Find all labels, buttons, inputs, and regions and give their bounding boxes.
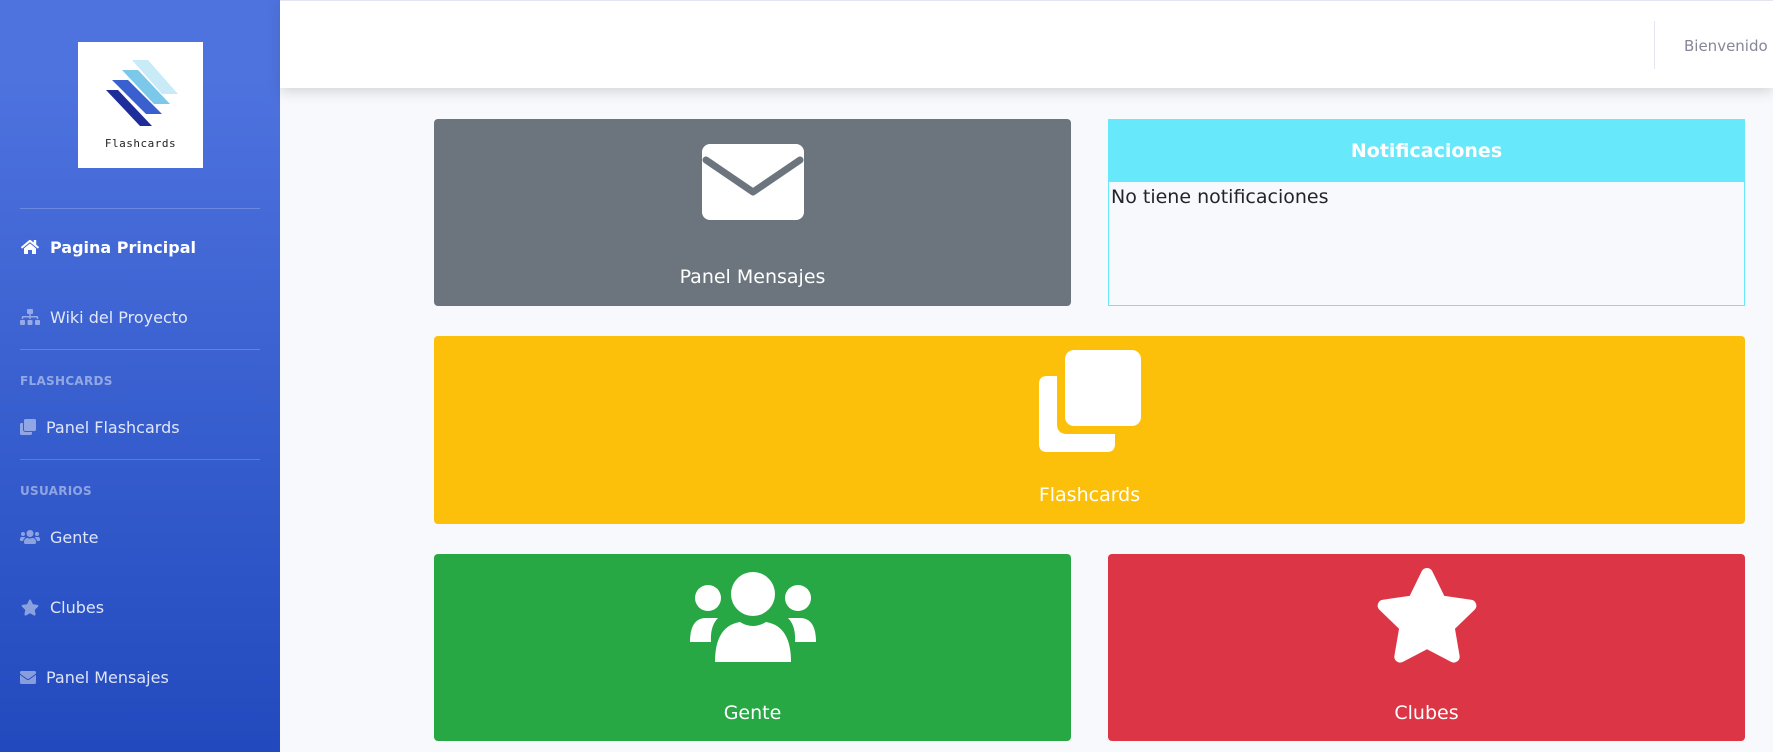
sidebar-heading-flashcards: FLASHCARDS <box>20 374 113 388</box>
sidebar-item-clubes[interactable]: Clubes <box>20 592 104 622</box>
card-label: Gente <box>723 702 782 724</box>
topbar-divider <box>1654 21 1655 69</box>
star-icon <box>1374 566 1480 672</box>
flashcards-card[interactable]: Flashcards <box>434 336 1745 524</box>
user-welcome[interactable]: Bienvenido u <box>1684 37 1773 55</box>
sidebar-item-label: Wiki del Proyecto <box>50 307 188 327</box>
gente-card[interactable]: Gente <box>434 554 1071 741</box>
sidebar-item-wiki-del-proyecto[interactable]: Wiki del Proyecto <box>20 302 188 332</box>
users-icon <box>689 572 816 666</box>
panel-mensajes-card[interactable]: Panel Mensajes <box>434 119 1071 306</box>
card-label: Panel Mensajes <box>679 266 826 288</box>
clone-icon <box>1038 350 1141 456</box>
sidebar-divider <box>20 208 260 209</box>
sidebar-item-label: Gente <box>50 527 99 547</box>
sidebar-divider <box>20 459 260 460</box>
sidebar-item-label: Pagina Principal <box>50 237 196 257</box>
clubes-card[interactable]: Clubes <box>1108 554 1745 741</box>
sidebar-item-label: Panel Flashcards <box>46 417 180 437</box>
sidebar-item-pagina-principal[interactable]: Pagina Principal <box>20 232 196 262</box>
envelope-icon <box>701 144 804 224</box>
star-icon <box>20 597 40 617</box>
topbar: Bienvenido u <box>280 0 1773 88</box>
card-label: Clubes <box>1394 702 1459 724</box>
card-label: Flashcards <box>1038 484 1141 506</box>
notifications-panel: Notificaciones No tiene notificaciones <box>1108 119 1745 306</box>
home-icon <box>20 237 40 257</box>
brand-text: Flashcards <box>104 137 177 150</box>
sidebar-item-panel-flashcards[interactable]: Panel Flashcards <box>20 412 180 442</box>
notifications-header: Notificaciones <box>1109 120 1744 182</box>
users-icon <box>20 527 40 547</box>
notifications-empty-message: No tiene notificaciones <box>1111 186 1329 208</box>
sidebar-divider <box>20 349 260 350</box>
clone-icon <box>20 417 36 437</box>
sidebar-item-panel-mensajes[interactable]: Panel Mensajes <box>20 662 169 692</box>
flashcards-logo-icon <box>106 60 178 126</box>
brand-logo[interactable]: Flashcards <box>78 42 203 168</box>
sidebar-item-gente[interactable]: Gente <box>20 522 99 552</box>
sitemap-icon <box>20 307 40 327</box>
sidebar-heading-usuarios: USUARIOS <box>20 484 92 498</box>
sidebar-item-label: Panel Mensajes <box>46 667 169 687</box>
envelope-icon <box>20 667 36 687</box>
sidebar-item-label: Clubes <box>50 597 105 617</box>
sidebar: Flashcards Pagina Principal Wiki del Pro… <box>0 0 280 752</box>
